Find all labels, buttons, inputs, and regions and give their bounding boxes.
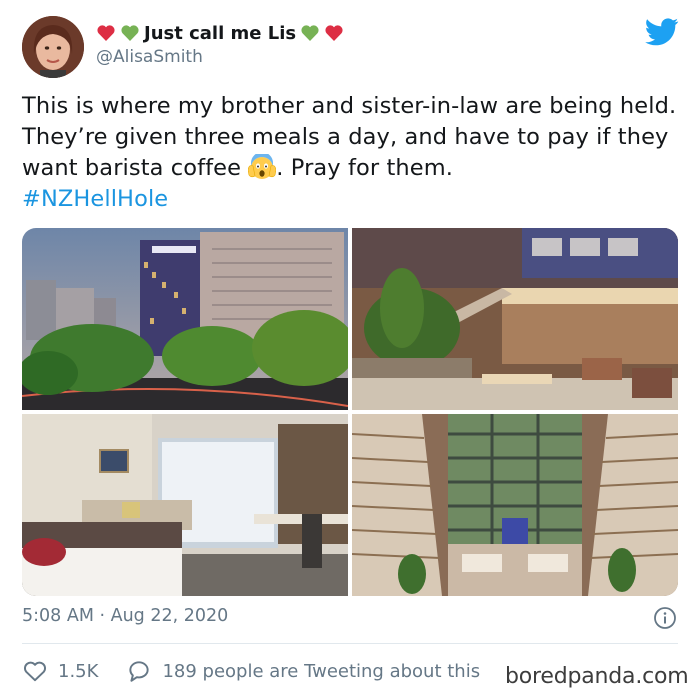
green-heart-icon [301,25,319,41]
info-icon[interactable] [653,606,677,630]
watermark: boredpanda.com [505,664,689,689]
twitter-bird-icon[interactable] [645,18,679,46]
hotel-room-photo[interactable] [22,414,348,596]
screaming-face-icon [248,154,277,179]
hotel-lobby-photo[interactable] [352,228,678,410]
heart-outline-icon [23,661,47,682]
tweet-text: This is where my brother and sister-in-l… [22,91,682,215]
media-grid [22,228,678,596]
reply-activity-button[interactable]: 189 people are Tweeting about this [126,658,480,684]
like-count: 1.5K [58,660,99,682]
display-name: Just call me Lis [144,22,297,44]
user-handle[interactable]: @AlisaSmith [96,47,203,67]
red-heart-icon [97,25,115,41]
tweet-actions: 1.5K 189 people are Tweeting about this [22,656,480,686]
avatar[interactable] [22,16,84,78]
hotel-exterior-photo[interactable] [22,228,348,410]
display-name-row[interactable]: Just call me Lis [96,20,344,46]
red-heart-icon [325,25,343,41]
green-heart-icon [121,25,139,41]
like-button[interactable]: 1.5K [22,658,98,684]
tweet-timestamp[interactable]: 5:08 AM · Aug 22, 2020 [22,606,228,626]
hashtag-link[interactable]: #NZHellHole [22,186,168,212]
hotel-atrium-photo[interactable] [352,414,678,596]
tweet-body-end: . Pray for them. [276,155,453,181]
speech-bubble-icon [129,661,150,682]
reply-activity-text: 189 people are Tweeting about this [162,660,481,682]
tweet-card: Just call me Lis @AlisaSmith This is whe… [0,0,700,699]
divider [22,643,678,644]
